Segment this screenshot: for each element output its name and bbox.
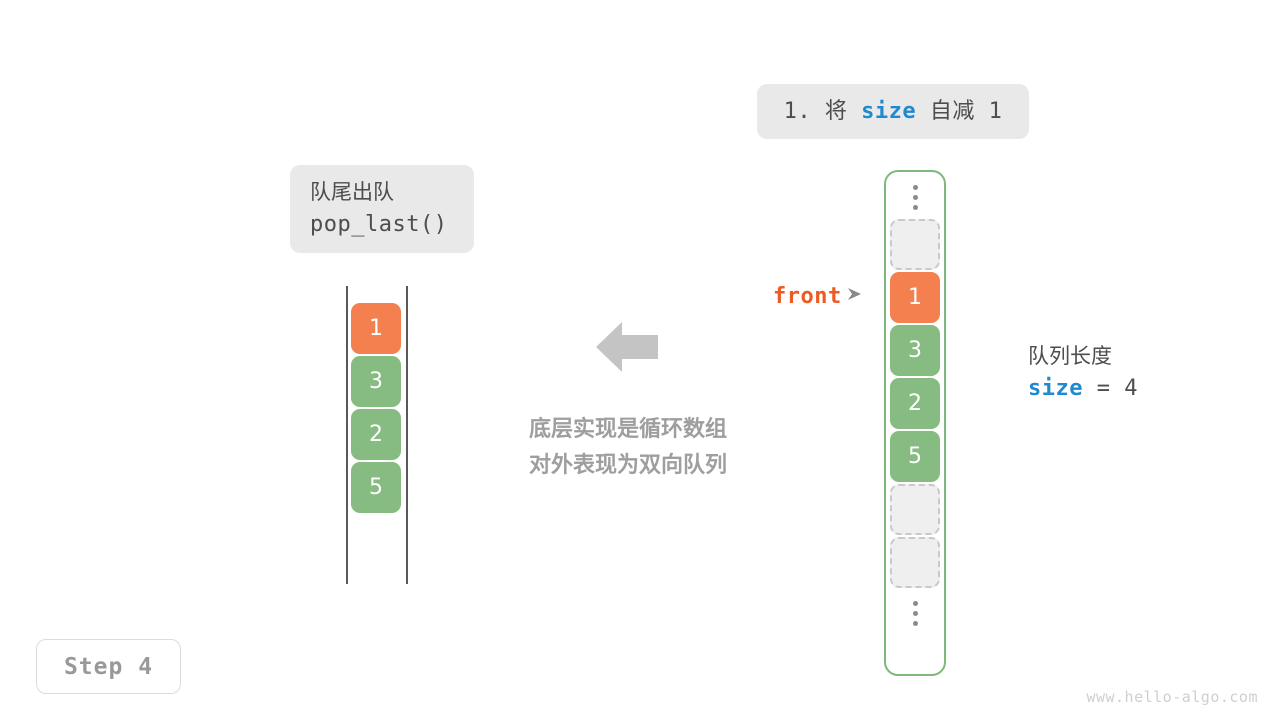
front-pointer-label: front	[773, 284, 842, 309]
method-code: pop_last()	[310, 212, 448, 238]
array-slot-empty	[890, 537, 940, 588]
operation-step-keyword: size	[861, 99, 917, 124]
operation-step-text: 1. 将 size 自减 1	[784, 95, 1003, 128]
array-slot-filled: 1	[890, 272, 940, 323]
array-slot-filled: 5	[890, 431, 940, 482]
method-title: 队尾出队	[310, 179, 394, 204]
array-slot-empty	[890, 484, 940, 535]
center-caption-line1: 底层实现是循环数组	[528, 417, 727, 442]
arrow-right-icon	[847, 287, 865, 306]
left-arrow-icon	[596, 318, 658, 376]
size-equals: =	[1082, 376, 1125, 401]
deque-cell-list: 1 3 2 5	[351, 303, 401, 513]
operation-step-badge: 1. 将 size 自减 1	[757, 84, 1029, 139]
deque-rail-right	[406, 286, 408, 584]
method-badge: 队尾出队 pop_last()	[290, 165, 474, 253]
deque-rail-left	[346, 286, 348, 584]
size-variable-name: size	[1028, 376, 1083, 401]
size-info-label: 队列长度	[1028, 344, 1112, 368]
size-info-expression: size = 4	[1028, 372, 1138, 406]
operation-step-prefix: 1. 将	[783, 99, 862, 124]
array-slot-filled: 2	[890, 378, 940, 429]
size-value: 4	[1124, 376, 1138, 401]
ellipsis-bottom-icon	[912, 601, 918, 626]
diagram-canvas: 1. 将 size 自减 1 队尾出队 pop_last() 1 3 2 5 底…	[0, 0, 1280, 720]
front-pointer: front	[773, 284, 865, 309]
circular-array: 1 3 2 5	[884, 170, 946, 676]
operation-step-suffix: 自减 1	[916, 99, 1003, 124]
deque-cell: 3	[351, 356, 401, 407]
watermark: www.hello-algo.com	[1086, 688, 1258, 706]
ellipsis-top-icon	[912, 185, 918, 210]
array-slot-filled: 3	[890, 325, 940, 376]
array-slot-empty	[890, 219, 940, 270]
deque-cell: 5	[351, 462, 401, 513]
deque-visualization: 1 3 2 5	[346, 286, 408, 584]
center-caption: 底层实现是循环数组 对外表现为双向队列	[503, 412, 753, 484]
size-info: 队列长度 size = 4	[1028, 340, 1138, 406]
deque-cell: 2	[351, 409, 401, 460]
deque-cell: 1	[351, 303, 401, 354]
center-caption-line2: 对外表现为双向队列	[528, 453, 727, 478]
step-badge-text: Step 4	[63, 653, 154, 680]
step-badge: Step 4	[36, 639, 181, 694]
